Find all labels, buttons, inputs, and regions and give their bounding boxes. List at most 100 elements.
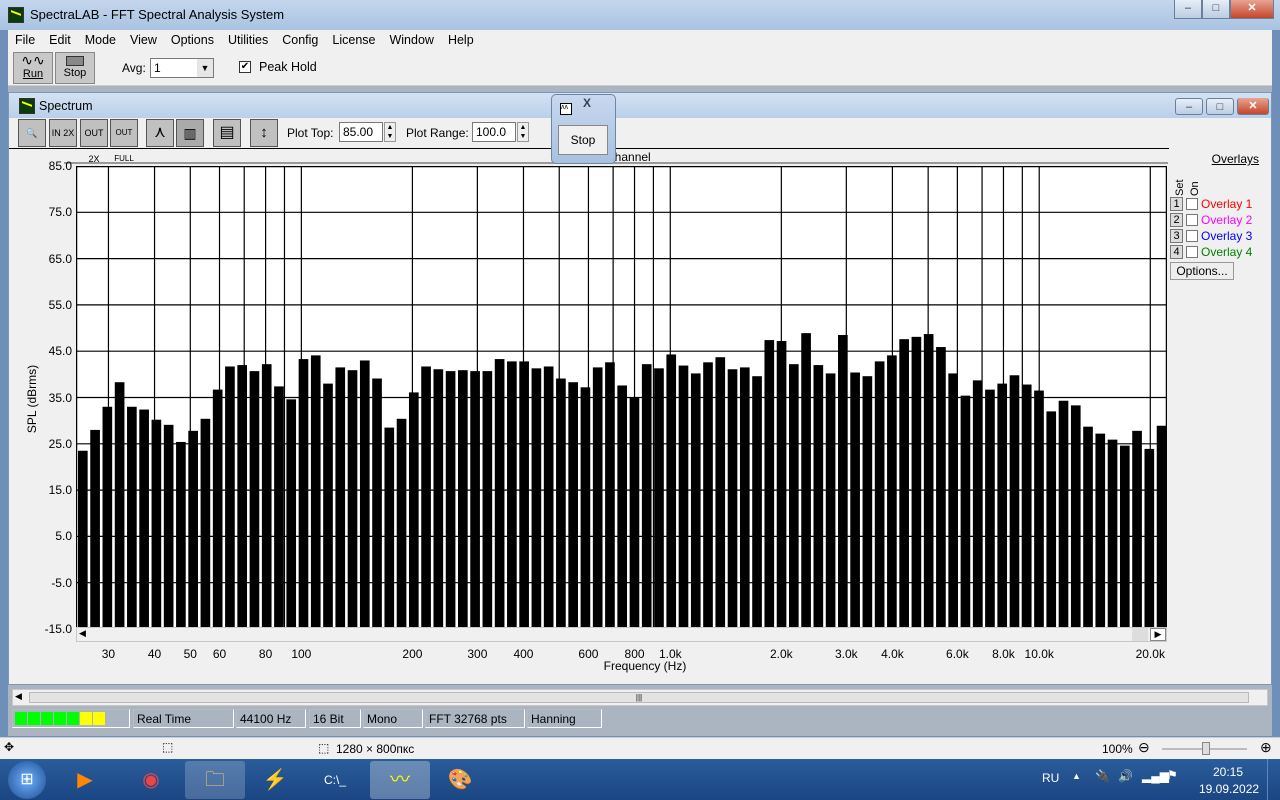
volume-icon[interactable]: 🔊 bbox=[1118, 769, 1133, 783]
plot-top-input[interactable]: 85.00 bbox=[339, 122, 383, 142]
overlay-set-button[interactable]: 1 bbox=[1170, 197, 1183, 211]
line-plot-icon[interactable]: ⋏ bbox=[146, 119, 174, 147]
zoom-out-full-button[interactable]: OUT FULL bbox=[110, 119, 138, 163]
spectrum-bar bbox=[494, 359, 505, 629]
spectrum-bar bbox=[421, 366, 431, 629]
plot-top-spinner[interactable]: ▲ ▼ bbox=[384, 122, 396, 142]
spectrum-bar bbox=[78, 450, 88, 629]
explorer-icon[interactable]: 🗀 bbox=[185, 761, 245, 799]
overlay-row: 2 Overlay 2 bbox=[1170, 212, 1265, 228]
level-segment bbox=[15, 712, 27, 725]
overlay-set-button[interactable]: 2 bbox=[1170, 213, 1183, 227]
clock-time[interactable]: 20:15 bbox=[1213, 765, 1243, 779]
spectrum-bar bbox=[617, 385, 628, 629]
plot-scrollbar[interactable]: ◀ ▶ bbox=[76, 627, 1167, 642]
chrome-icon[interactable]: ◉ bbox=[121, 761, 181, 799]
scroll-left-icon[interactable]: ◀ bbox=[15, 691, 22, 702]
run-button[interactable]: ∿∿ Run bbox=[13, 52, 53, 84]
spectrum-close-button[interactable]: ✕ bbox=[1237, 98, 1269, 115]
menu-license[interactable]: License bbox=[325, 33, 382, 47]
spectrum-maximize-button[interactable]: □ bbox=[1206, 98, 1234, 115]
network-app-icon[interactable]: ⚡ bbox=[245, 761, 305, 799]
menu-file[interactable]: File bbox=[8, 33, 42, 47]
spectrum-bar bbox=[703, 362, 713, 629]
main-horizontal-scrollbar[interactable]: ◀ ||| bbox=[12, 689, 1268, 706]
scroll-left-icon[interactable]: ◀ bbox=[79, 628, 86, 639]
network-signal-icon[interactable]: ▂▄▆ bbox=[1142, 769, 1169, 783]
scroll-thumb[interactable] bbox=[1132, 628, 1148, 641]
spectrum-title: Spectrum bbox=[39, 99, 93, 113]
show-hidden-icons[interactable]: ▲ bbox=[1072, 771, 1081, 781]
minimize-button[interactable]: – bbox=[1174, 0, 1202, 19]
menu-window[interactable]: Window bbox=[382, 33, 440, 47]
floating-close-button[interactable]: X bbox=[583, 96, 591, 110]
command-prompt-icon[interactable]: C:\_ bbox=[305, 761, 365, 799]
close-button[interactable]: ✕ bbox=[1230, 0, 1274, 19]
menu-utilities[interactable]: Utilities bbox=[221, 33, 275, 47]
plot-range-spinner[interactable]: ▲ ▼ bbox=[517, 122, 529, 142]
spectrum-bar bbox=[359, 360, 370, 629]
overlay-options-button[interactable]: Options... bbox=[1170, 262, 1234, 280]
chevron-down-icon[interactable]: ▼ bbox=[197, 59, 213, 77]
spectrum-bar bbox=[114, 382, 125, 629]
level-segment bbox=[93, 712, 105, 725]
stop-icon bbox=[66, 56, 84, 66]
status-sample-rate: 44100 Hz bbox=[236, 709, 306, 728]
media-player-icon[interactable]: ▶ bbox=[55, 761, 115, 799]
status-bits: 16 Bit bbox=[309, 709, 361, 728]
zoom-out-2x-button[interactable]: OUT 2X bbox=[80, 119, 108, 164]
menu-view[interactable]: View bbox=[123, 33, 164, 47]
maximize-button[interactable]: □ bbox=[1202, 0, 1230, 19]
spectrum-bar bbox=[200, 418, 211, 629]
peak-hold-checkbox[interactable]: ✔ bbox=[239, 61, 251, 73]
scroll-thumb[interactable]: ||| bbox=[29, 692, 1249, 703]
overlay-label: Overlay 1 bbox=[1201, 197, 1253, 211]
overlay-label: Overlay 4 bbox=[1201, 245, 1253, 259]
overlay-set-button[interactable]: 3 bbox=[1170, 229, 1183, 243]
stop-button[interactable]: Stop bbox=[55, 52, 95, 84]
zoom-icon[interactable]: 🔍 bbox=[18, 119, 46, 147]
show-desktop-button[interactable] bbox=[1267, 759, 1280, 800]
overlays-title: Overlays bbox=[1211, 152, 1259, 166]
zoom-in-icon[interactable]: ⊕ bbox=[1260, 739, 1272, 756]
menu-edit[interactable]: Edit bbox=[42, 33, 78, 47]
x-tick-label: 400 bbox=[513, 647, 534, 661]
spectralab-taskbar-icon[interactable]: 〰 bbox=[370, 761, 430, 799]
bar-plot-icon[interactable]: ▥ bbox=[176, 119, 204, 147]
spectrum-bar bbox=[176, 441, 186, 629]
language-indicator[interactable]: RU bbox=[1042, 771, 1059, 785]
power-icon[interactable]: 🔌 bbox=[1095, 769, 1110, 783]
avg-label: Avg: bbox=[122, 61, 146, 75]
status-mode: Real Time bbox=[133, 709, 234, 728]
menu-options[interactable]: Options bbox=[164, 33, 221, 47]
start-button[interactable]: ⊞ bbox=[8, 761, 46, 799]
zoom-out-icon[interactable]: ⊖ bbox=[1138, 739, 1150, 756]
overlay-on-checkbox[interactable] bbox=[1186, 246, 1198, 258]
status-window: Hanning bbox=[527, 709, 602, 728]
plot-range-input[interactable]: 100.0 bbox=[472, 122, 516, 142]
scale-icon[interactable]: ↕ bbox=[250, 119, 278, 147]
overlay-row: 3 Overlay 3 bbox=[1170, 228, 1265, 244]
action-center-flag-icon[interactable]: ⚑ bbox=[1167, 768, 1178, 782]
overlay-on-checkbox[interactable] bbox=[1186, 198, 1198, 210]
floating-stop-button[interactable]: Stop bbox=[558, 125, 608, 155]
overlay-set-button[interactable]: 4 bbox=[1170, 245, 1183, 259]
stop-label: Stop bbox=[63, 67, 87, 79]
spectrum-minimize-button[interactable]: – bbox=[1175, 98, 1203, 115]
overlay-on-checkbox[interactable] bbox=[1186, 230, 1198, 242]
spectrum-bar bbox=[274, 386, 284, 629]
table-icon[interactable]: ▤ bbox=[213, 119, 241, 147]
menu-help[interactable]: Help bbox=[441, 33, 481, 47]
zoom-slider-thumb[interactable] bbox=[1202, 742, 1210, 755]
spectrum-bar bbox=[592, 367, 603, 629]
spectrum-bar bbox=[1156, 425, 1167, 629]
menu-config[interactable]: Config bbox=[275, 33, 325, 47]
zoom-in-2x-button[interactable]: IN 2X bbox=[49, 119, 77, 147]
menu-mode[interactable]: Mode bbox=[78, 33, 123, 47]
scroll-right-icon[interactable]: ▶ bbox=[1150, 628, 1166, 641]
y-tick-label: -5.0 bbox=[51, 575, 72, 590]
paint-icon[interactable]: 🎨 bbox=[430, 761, 490, 799]
avg-select[interactable]: 1 ▼ bbox=[150, 58, 214, 78]
overlay-on-checkbox[interactable] bbox=[1186, 214, 1198, 226]
clock-date[interactable]: 19.09.2022 bbox=[1199, 782, 1259, 796]
